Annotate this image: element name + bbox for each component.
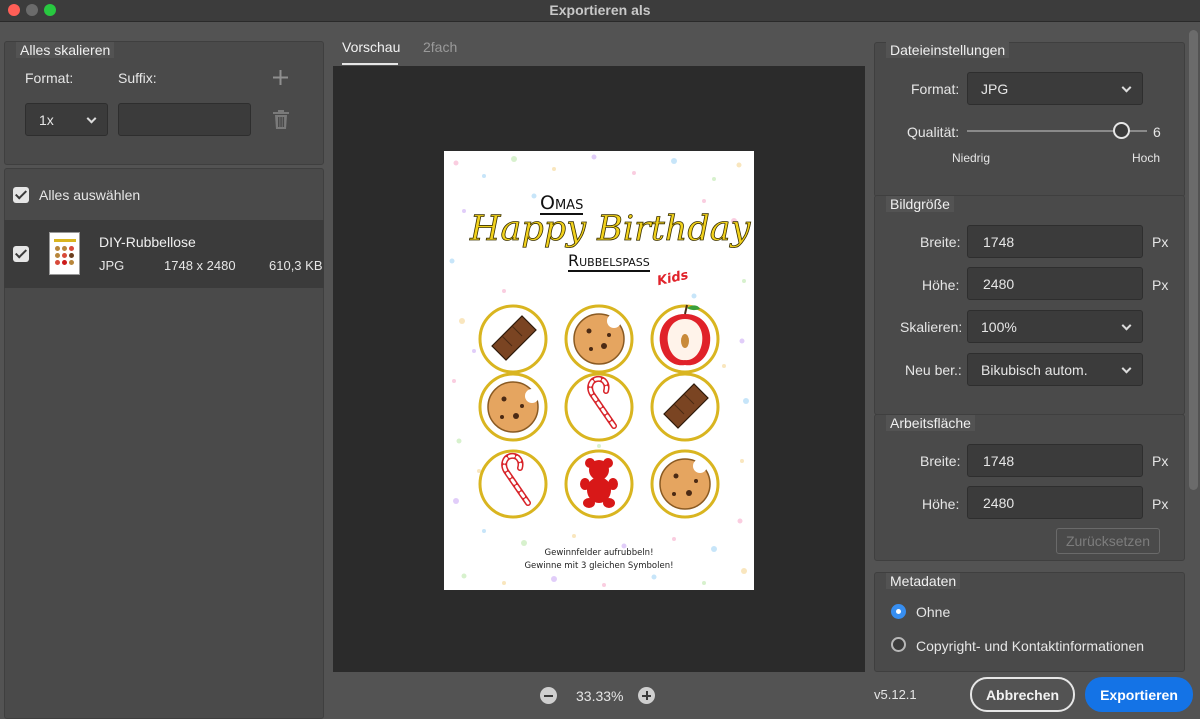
canvas-title: Arbeitsfläche: [886, 415, 975, 431]
image-scale-value: 100%: [981, 318, 1017, 335]
image-height-input[interactable]: 2480: [967, 267, 1143, 300]
preview-panel: Vorschau 2fach Omas Happy Birthday Rubbe…: [333, 23, 865, 719]
image-size-title: Bildgröße: [886, 196, 954, 212]
metadata-option-none-label[interactable]: Ohne: [916, 604, 950, 620]
suffix-label: Suffix:: [118, 70, 157, 86]
image-scale-select[interactable]: 100%: [967, 310, 1143, 343]
suffix-input[interactable]: [118, 103, 251, 136]
file-checkbox[interactable]: [13, 246, 29, 262]
cookie-icon: [487, 381, 539, 433]
canvas-height-label: Höhe:: [922, 496, 960, 512]
poster-footer-line1: Gewinnfelder aufrubbeln!: [544, 548, 654, 558]
scale-select[interactable]: 1x: [25, 103, 108, 136]
canvas-height-unit: Px: [1152, 496, 1169, 512]
chocolate-icon: [663, 383, 709, 429]
active-tab-indicator: [342, 63, 398, 65]
metadata-title: Metadaten: [886, 573, 961, 589]
select-all-label: Alles auswählen: [39, 187, 141, 203]
quality-high-label: Hoch: [1132, 151, 1161, 165]
apple-icon: [659, 304, 711, 366]
file-name: DIY-Rubbellose: [99, 234, 196, 250]
quality-low-label: Niedrig: [952, 151, 991, 165]
image-height-unit: Px: [1152, 277, 1169, 293]
resample-label: Neu ber.:: [905, 362, 962, 378]
format-select-value: JPG: [981, 80, 1009, 97]
zoom-level: 33.33%: [576, 688, 624, 704]
export-button[interactable]: Exportieren: [1085, 677, 1193, 712]
zoom-in-icon[interactable]: [638, 687, 655, 704]
chevron-down-icon: [1121, 363, 1132, 374]
image-width-label: Breite:: [920, 234, 961, 250]
chevron-down-icon: [86, 113, 97, 124]
settings-panel: Dateieinstellungen Format: JPG Qualität:…: [868, 23, 1193, 719]
file-thumbnail: [49, 232, 80, 275]
file-size: 610,3 KB: [269, 258, 323, 273]
scale-all-title: Alles skalieren: [16, 42, 115, 58]
preview-canvas[interactable]: Omas Happy Birthday Rubbelspaß Kids Gewi…: [333, 66, 865, 672]
scratch-fields-grid: [478, 304, 720, 519]
metadata-option-copyright-label[interactable]: Copyright- und Kontaktinformationen: [916, 638, 1144, 654]
image-width-input[interactable]: 1748: [967, 225, 1143, 258]
title-bar: Exportieren als: [0, 0, 1200, 22]
scale-format-label: Format:: [25, 70, 74, 86]
candy-cane-icon: [501, 452, 531, 506]
metadata-option-copyright-radio[interactable]: [891, 637, 906, 652]
canvas-width-unit: Px: [1152, 453, 1169, 469]
poster-footer-line2: Gewinne mit 3 gleichen Symbolen!: [524, 561, 674, 571]
reset-button[interactable]: Zurücksetzen: [1056, 528, 1160, 554]
trash-icon[interactable]: [273, 110, 289, 129]
file-list-item[interactable]: DIY-Rubbellose JPG 1748 x 2480 610,3 KB: [4, 220, 324, 288]
scale-select-value: 1x: [39, 111, 54, 128]
cookie-icon: [573, 313, 625, 365]
canvas-height-input[interactable]: 2480: [967, 486, 1143, 519]
resample-select[interactable]: Bikubisch autom.: [967, 353, 1143, 386]
zoom-out-icon[interactable]: [540, 687, 557, 704]
candy-cane-icon: [587, 375, 617, 429]
cookie-icon: [659, 458, 711, 510]
tab-2x[interactable]: 2fach: [423, 39, 457, 55]
format-select[interactable]: JPG: [967, 72, 1143, 105]
resample-value: Bikubisch autom.: [981, 361, 1088, 378]
version-label: v5.12.1: [874, 687, 917, 702]
window-title: Exportieren als: [549, 2, 651, 18]
select-all-checkbox[interactable]: [13, 187, 29, 203]
plus-icon[interactable]: [273, 70, 288, 85]
gummy-bear-icon: [580, 458, 618, 508]
quality-slider-handle[interactable]: [1112, 122, 1130, 139]
cancel-button[interactable]: Abbrechen: [970, 677, 1075, 712]
chevron-down-icon: [1121, 320, 1132, 331]
tab-preview[interactable]: Vorschau: [342, 39, 400, 55]
canvas-width-input[interactable]: 1748: [967, 444, 1143, 477]
chocolate-icon: [491, 315, 537, 361]
file-type: JPG: [99, 258, 125, 273]
quality-label: Qualität:: [907, 124, 960, 140]
settings-scrollbar[interactable]: [1189, 30, 1198, 490]
left-panel: Alles skalieren Format: Suffix: 1x Alles…: [0, 23, 330, 719]
format-label: Format:: [911, 81, 960, 97]
chevron-down-icon: [1121, 82, 1132, 93]
file-settings-group: [874, 42, 1185, 197]
image-height-label: Höhe:: [922, 277, 960, 293]
file-settings-title: Dateieinstellungen: [886, 42, 1010, 58]
metadata-option-none-radio[interactable]: [891, 604, 906, 619]
quality-value: 6: [1153, 124, 1161, 140]
canvas-width-label: Breite:: [920, 453, 961, 469]
image-width-unit: Px: [1152, 234, 1169, 250]
poster-preview: Omas Happy Birthday Rubbelspaß Kids Gewi…: [444, 151, 754, 590]
scale-label: Skalieren:: [900, 319, 963, 335]
file-dimensions: 1748 x 2480: [164, 258, 236, 273]
